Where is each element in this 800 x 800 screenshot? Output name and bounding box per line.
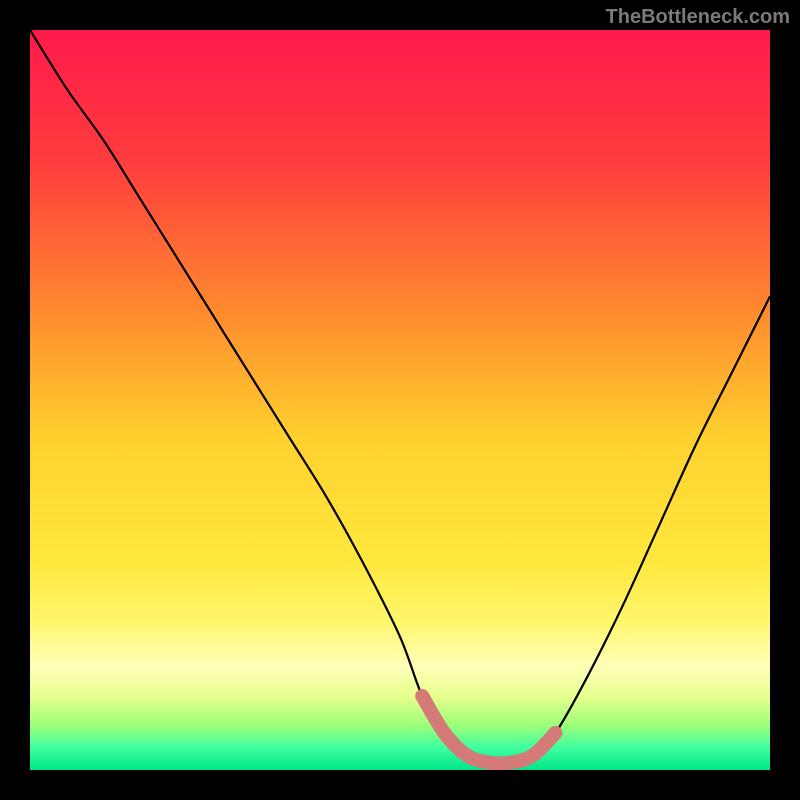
chart-frame: TheBottleneck.com (0, 0, 800, 800)
curve-layer (30, 30, 770, 770)
bottleneck-curve (30, 30, 770, 764)
watermark-text: TheBottleneck.com (606, 6, 790, 29)
optimum-band (422, 696, 555, 764)
optimum-end-dot (548, 726, 562, 740)
plot-area (30, 30, 770, 770)
